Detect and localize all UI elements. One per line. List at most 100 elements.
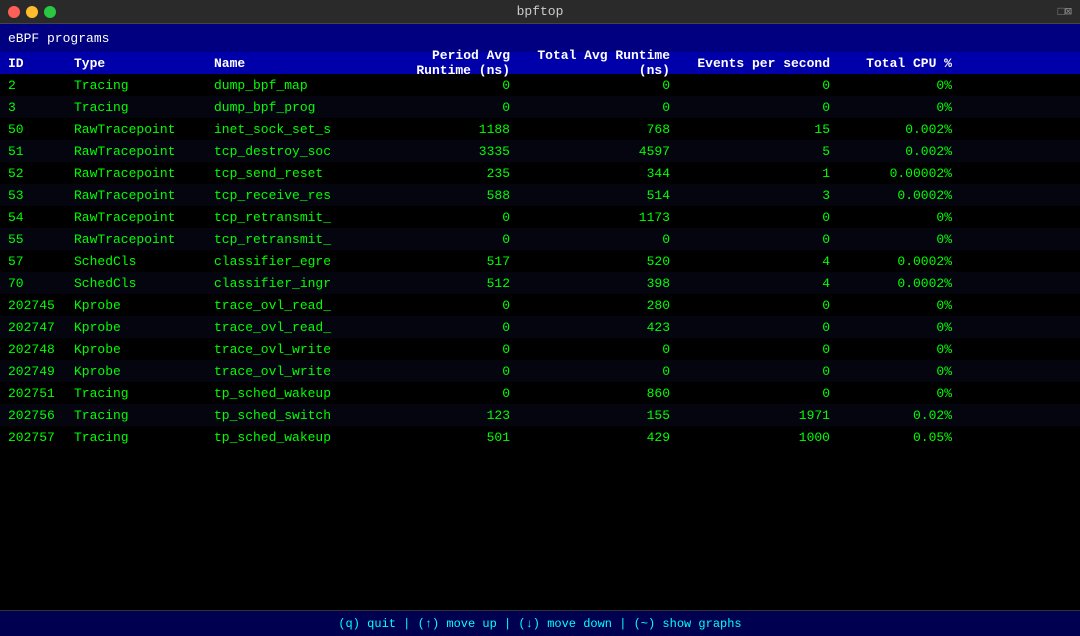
cell-events: 0 <box>690 298 850 313</box>
cell-id: 202756 <box>0 408 70 423</box>
cell-period: 0 <box>390 78 530 93</box>
cell-cpu: 0.002% <box>850 144 960 159</box>
cell-total: 1173 <box>530 210 690 225</box>
table-row[interactable]: 57 SchedCls classifier_egre 517 520 4 0.… <box>0 250 1080 272</box>
cell-period: 512 <box>390 276 530 291</box>
cell-total: 0 <box>530 342 690 357</box>
cell-id: 57 <box>0 254 70 269</box>
cell-name: tcp_receive_res <box>210 188 390 203</box>
cell-period: 123 <box>390 408 530 423</box>
cell-name: tp_sched_wakeup <box>210 430 390 445</box>
cell-cpu: 0.002% <box>850 122 960 137</box>
table-row[interactable]: 202751 Tracing tp_sched_wakeup 0 860 0 0… <box>0 382 1080 404</box>
cell-total: 155 <box>530 408 690 423</box>
cell-name: tcp_send_reset <box>210 166 390 181</box>
table-row[interactable]: 202745 Kprobe trace_ovl_read_ 0 280 0 0% <box>0 294 1080 316</box>
table-row[interactable]: 202757 Tracing tp_sched_wakeup 501 429 1… <box>0 426 1080 448</box>
window-controls-right: □⊠ <box>1058 4 1072 19</box>
cell-type: RawTracepoint <box>70 122 210 137</box>
cell-cpu: 0.05% <box>850 430 960 445</box>
table-row[interactable]: 52 RawTracepoint tcp_send_reset 235 344 … <box>0 162 1080 184</box>
cell-name: tcp_destroy_soc <box>210 144 390 159</box>
table-row[interactable]: 202756 Tracing tp_sched_switch 123 155 1… <box>0 404 1080 426</box>
cell-type: Tracing <box>70 430 210 445</box>
cell-cpu: 0% <box>850 210 960 225</box>
cell-id: 202757 <box>0 430 70 445</box>
cell-events: 0 <box>690 386 850 401</box>
cell-type: SchedCls <box>70 276 210 291</box>
cell-name: trace_ovl_read_ <box>210 298 390 313</box>
cell-type: Tracing <box>70 386 210 401</box>
col-header-name: Name <box>210 56 390 71</box>
table-row[interactable]: 202747 Kprobe trace_ovl_read_ 0 423 0 0% <box>0 316 1080 338</box>
status-text: (q) quit | (↑) move up | (↓) move down |… <box>338 617 741 631</box>
status-bar: (q) quit | (↑) move up | (↓) move down |… <box>0 610 1080 636</box>
cell-cpu: 0.00002% <box>850 166 960 181</box>
cell-period: 0 <box>390 100 530 115</box>
cell-period: 0 <box>390 298 530 313</box>
window-controls <box>8 6 56 18</box>
cell-type: Kprobe <box>70 342 210 357</box>
table-row[interactable]: 70 SchedCls classifier_ingr 512 398 4 0.… <box>0 272 1080 294</box>
table-row[interactable]: 53 RawTracepoint tcp_receive_res 588 514… <box>0 184 1080 206</box>
cell-type: Tracing <box>70 100 210 115</box>
cell-events: 0 <box>690 364 850 379</box>
cell-total: 423 <box>530 320 690 335</box>
cell-events: 1 <box>690 166 850 181</box>
cell-name: trace_ovl_read_ <box>210 320 390 335</box>
table-row[interactable]: 54 RawTracepoint tcp_retransmit_ 0 1173 … <box>0 206 1080 228</box>
cell-name: tp_sched_switch <box>210 408 390 423</box>
cell-name: trace_ovl_write <box>210 342 390 357</box>
cell-period: 0 <box>390 210 530 225</box>
table-row[interactable]: 202748 Kprobe trace_ovl_write 0 0 0 0% <box>0 338 1080 360</box>
table-row[interactable]: 2 Tracing dump_bpf_map 0 0 0 0% <box>0 74 1080 96</box>
cell-total: 860 <box>530 386 690 401</box>
cell-period: 235 <box>390 166 530 181</box>
cell-period: 0 <box>390 364 530 379</box>
cell-id: 202751 <box>0 386 70 401</box>
cell-total: 344 <box>530 166 690 181</box>
table-row[interactable]: 3 Tracing dump_bpf_prog 0 0 0 0% <box>0 96 1080 118</box>
cell-cpu: 0.0002% <box>850 188 960 203</box>
bpf-programs-table: ID Type Name Period Avg Runtime (ns) Tot… <box>0 52 1080 610</box>
cell-cpu: 0.0002% <box>850 276 960 291</box>
cell-total: 429 <box>530 430 690 445</box>
cell-type: RawTracepoint <box>70 166 210 181</box>
cell-events: 1971 <box>690 408 850 423</box>
cell-events: 0 <box>690 232 850 247</box>
col-header-id: ID <box>0 56 70 71</box>
cell-name: dump_bpf_map <box>210 78 390 93</box>
title-bar: bpftop □⊠ <box>0 0 1080 24</box>
col-header-period: Period Avg Runtime (ns) <box>390 48 530 78</box>
cell-cpu: 0% <box>850 78 960 93</box>
table-row[interactable]: 202749 Kprobe trace_ovl_write 0 0 0 0% <box>0 360 1080 382</box>
section-title: eBPF programs <box>8 31 109 46</box>
table-row[interactable]: 50 RawTracepoint inet_sock_set_s 1188 76… <box>0 118 1080 140</box>
cell-total: 0 <box>530 364 690 379</box>
cell-period: 0 <box>390 320 530 335</box>
minimize-button[interactable] <box>26 6 38 18</box>
cell-total: 768 <box>530 122 690 137</box>
cell-id: 2 <box>0 78 70 93</box>
cell-cpu: 0% <box>850 364 960 379</box>
cell-type: Tracing <box>70 78 210 93</box>
cell-cpu: 0% <box>850 320 960 335</box>
maximize-button[interactable] <box>44 6 56 18</box>
table-row[interactable]: 51 RawTracepoint tcp_destroy_soc 3335 45… <box>0 140 1080 162</box>
cell-id: 50 <box>0 122 70 137</box>
cell-cpu: 0% <box>850 342 960 357</box>
cell-period: 588 <box>390 188 530 203</box>
table-row[interactable]: 55 RawTracepoint tcp_retransmit_ 0 0 0 0… <box>0 228 1080 250</box>
cell-id: 202747 <box>0 320 70 335</box>
cell-id: 52 <box>0 166 70 181</box>
cell-cpu: 0% <box>850 298 960 313</box>
close-button[interactable] <box>8 6 20 18</box>
cell-type: RawTracepoint <box>70 210 210 225</box>
cell-id: 70 <box>0 276 70 291</box>
cell-total: 280 <box>530 298 690 313</box>
cell-events: 5 <box>690 144 850 159</box>
col-header-total: Total Avg Runtime (ns) <box>530 48 690 78</box>
cell-events: 0 <box>690 342 850 357</box>
cell-id: 54 <box>0 210 70 225</box>
cell-total: 514 <box>530 188 690 203</box>
